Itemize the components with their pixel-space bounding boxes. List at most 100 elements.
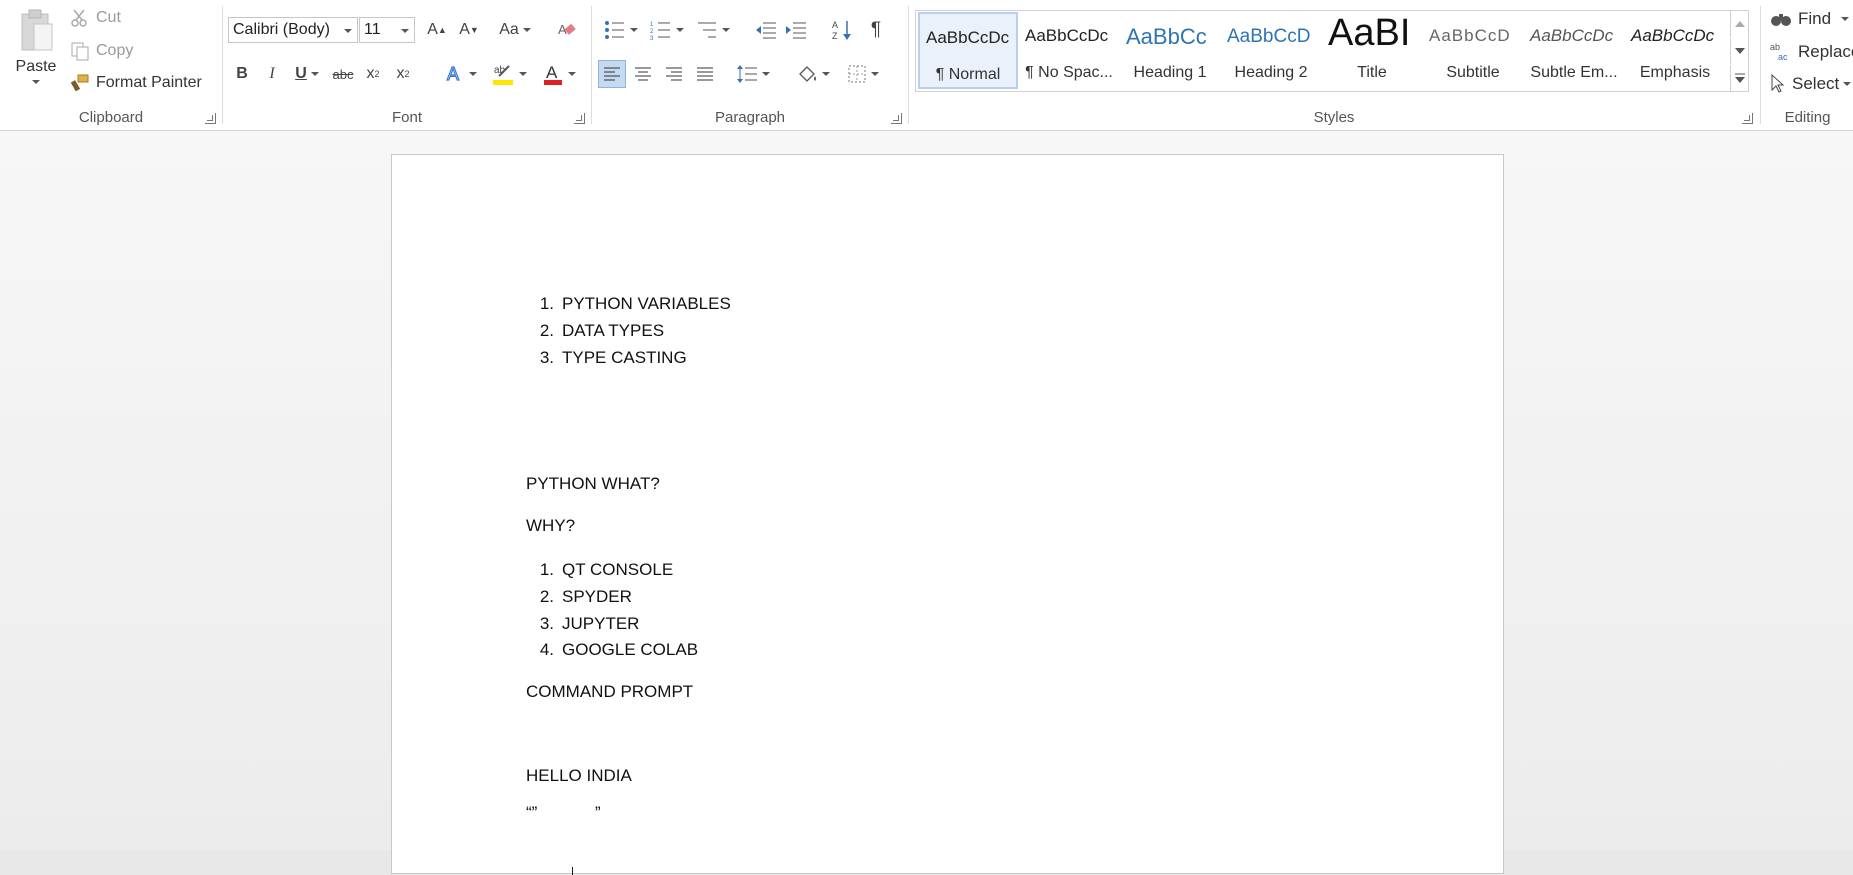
find-button[interactable]: Find (1770, 9, 1850, 29)
bullets-button[interactable] (600, 16, 642, 44)
numbering-button[interactable]: 1 2 3 (646, 16, 688, 44)
paragraph-dialog-launcher[interactable] (891, 113, 902, 124)
list-text: DATA TYPES (562, 321, 665, 340)
shading-button[interactable] (792, 60, 834, 88)
svg-text:ac: ac (1778, 52, 1788, 62)
shrink-font-button[interactable]: A ▼ (455, 16, 483, 44)
style-preview: AaBbCcDc (1530, 26, 1614, 45)
cut-button[interactable]: Cut (70, 8, 121, 28)
list-text: TYPE CASTING (562, 348, 687, 367)
style-title[interactable]: AaBI Title (1322, 12, 1422, 89)
svg-text:A: A (546, 63, 558, 82)
clipboard-icon (16, 8, 56, 54)
multilevel-list-icon (696, 20, 718, 40)
document-page[interactable]: 1. PYTHON VARIABLES 2. DATA TYPES 3. TYP… (391, 154, 1504, 875)
list-number: 1. (539, 294, 554, 313)
paragraph-group-label: Paragraph (714, 109, 786, 126)
sort-button[interactable]: AZ (828, 16, 856, 44)
clear-formatting-button[interactable]: A (553, 16, 581, 44)
style-normal[interactable]: AaBbCcDc ¶ Normal (918, 12, 1018, 89)
justify-button[interactable] (691, 60, 719, 88)
replace-icon: ab ac (1770, 42, 1792, 62)
style-no-spacing[interactable]: AaBbCcDc ¶ No Spac... (1019, 12, 1119, 89)
paste-button[interactable]: Paste (10, 8, 62, 98)
superscript-icon: x (396, 65, 405, 82)
decrease-indent-button[interactable] (752, 16, 780, 44)
document-area: 1. PYTHON VARIABLES 2. DATA TYPES 3. TYP… (0, 131, 1853, 875)
gallery-scroll-down[interactable] (1730, 38, 1748, 64)
font-name-combo[interactable]: Calibri (Body) (228, 17, 358, 43)
styles-gallery: AaBbCcDc ¶ Normal AaBbCcDc ¶ No Spac... … (915, 10, 1749, 92)
increase-indent-icon (785, 21, 807, 39)
grow-font-button[interactable]: A ▲ (423, 16, 451, 44)
editing-group-label: Editing (1784, 109, 1831, 126)
decrease-indent-icon (755, 21, 777, 39)
font-dialog-launcher[interactable] (574, 113, 585, 124)
list-text: QT CONSOLE (562, 560, 674, 579)
paste-dropdown-arrow[interactable] (32, 80, 40, 84)
list-number: 3. (539, 614, 554, 633)
replace-button[interactable]: abac Replace (1770, 42, 1853, 62)
find-label: Find (1798, 9, 1832, 28)
highlighter-icon: ab (491, 62, 515, 86)
italic-icon: I (269, 65, 275, 82)
paragraph-quotes-left: “” (526, 803, 538, 822)
show-formatting-marks-button[interactable]: ¶ (862, 16, 890, 44)
italic-button[interactable]: I (258, 60, 286, 88)
superscript-button[interactable]: x2 (389, 60, 417, 88)
align-right-button[interactable] (660, 60, 688, 88)
styles-dialog-launcher[interactable] (1742, 113, 1753, 124)
select-button[interactable]: Select (1770, 74, 1852, 94)
borders-button[interactable] (842, 60, 884, 88)
subscript-button[interactable]: x2 (359, 60, 387, 88)
style-preview: AaBbCcDc (1631, 26, 1715, 45)
paragraph: PYTHON WHAT? (526, 474, 660, 493)
format-painter-button[interactable]: Format Painter (70, 73, 202, 93)
font-name-dropdown-arrow[interactable] (344, 29, 352, 33)
list-number: 2. (539, 587, 554, 606)
text-highlight-button[interactable]: ab (487, 60, 531, 88)
style-name: ¶ Normal (935, 66, 1001, 83)
underline-button[interactable]: U (288, 60, 326, 88)
align-left-icon (603, 66, 621, 82)
clipboard-dialog-launcher[interactable] (205, 113, 216, 124)
gallery-more-button[interactable] (1730, 65, 1748, 91)
style-heading-1[interactable]: AaBbCc Heading 1 (1120, 12, 1220, 89)
pilcrow-icon: ¶ (870, 19, 882, 40)
increase-indent-button[interactable] (782, 16, 810, 44)
font-color-button[interactable]: A (537, 60, 581, 88)
list-text: SPYDER (562, 587, 632, 606)
list-text: PYTHON VARIABLES (562, 294, 731, 313)
copy-button[interactable]: Copy (70, 41, 133, 61)
bold-button[interactable]: B (228, 60, 256, 88)
justify-icon (696, 66, 714, 82)
style-emphasis[interactable]: AaBbCcDc Emphasis (1625, 12, 1725, 89)
font-size-combo[interactable]: 11 (359, 17, 415, 43)
style-preview: AaBbCc (1126, 24, 1207, 49)
multilevel-list-button[interactable] (692, 16, 734, 44)
style-subtle-emphasis[interactable]: AaBbCcDc Subtle Em... (1524, 12, 1624, 89)
text-effects-button[interactable]: A (441, 60, 481, 88)
styles-group-label: Styles (1313, 109, 1355, 126)
align-center-button[interactable] (629, 60, 657, 88)
change-case-button[interactable]: Aa (495, 16, 535, 44)
style-preview: AaBbCcDc (1025, 26, 1109, 45)
align-right-icon (665, 66, 683, 82)
style-heading-2[interactable]: AaBbCcD Heading 2 (1221, 12, 1321, 89)
svg-text:1: 1 (650, 22, 654, 28)
gallery-scroll-up[interactable] (1730, 11, 1748, 37)
strikethrough-button[interactable]: abc (329, 60, 357, 88)
select-label: Select (1792, 74, 1840, 93)
binoculars-icon (1770, 11, 1792, 27)
align-left-button[interactable] (598, 60, 626, 88)
numbering-icon: 1 2 3 (650, 20, 672, 40)
bullets-icon (604, 20, 626, 40)
format-painter-label: Format Painter (96, 74, 202, 91)
style-subtitle[interactable]: AaBbCcD Subtitle (1423, 12, 1523, 89)
font-size-dropdown-arrow[interactable] (401, 29, 409, 33)
list-number: 2. (539, 321, 554, 340)
line-spacing-button[interactable] (732, 60, 774, 88)
list-text: JUPYTER (562, 614, 640, 633)
list-number: 4. (539, 640, 554, 659)
replace-label: Replace (1798, 42, 1853, 61)
